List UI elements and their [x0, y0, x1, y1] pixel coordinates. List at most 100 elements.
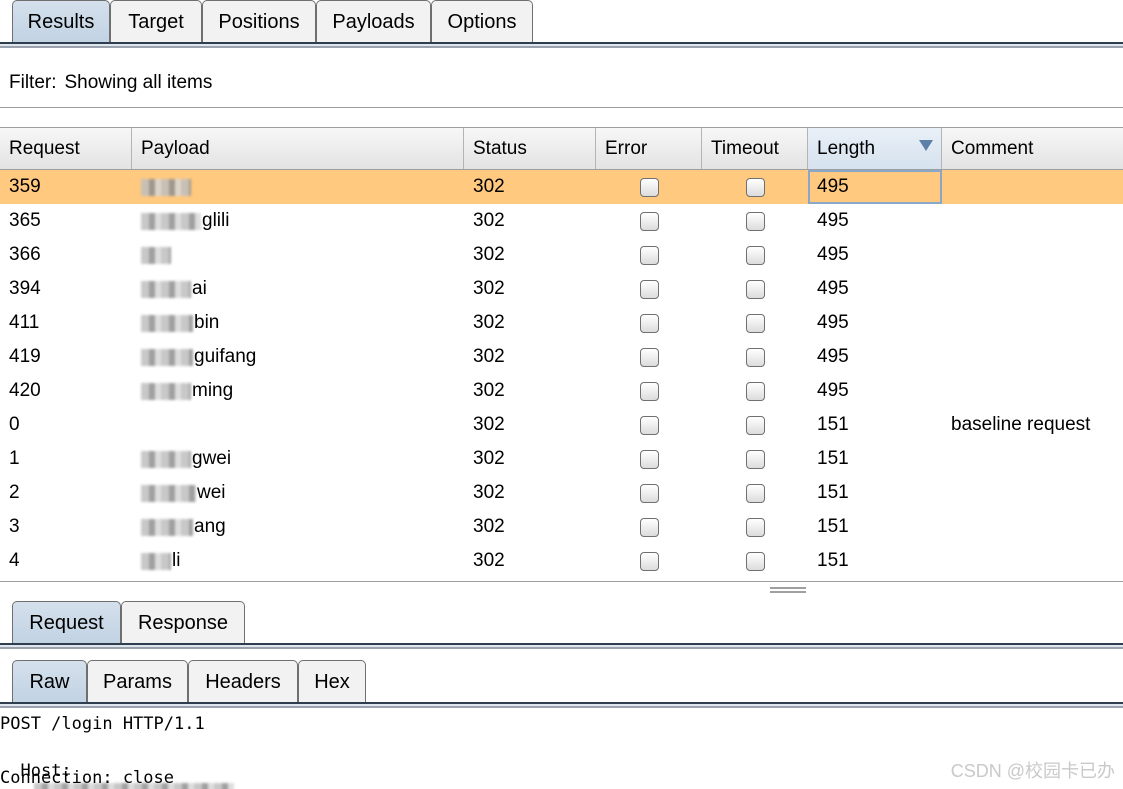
column-header-comment[interactable]: Comment [942, 128, 1123, 169]
tab-hex[interactable]: Hex [298, 660, 366, 704]
error-checkbox[interactable] [639, 279, 659, 299]
filter-bar[interactable]: Filter: Showing all items [0, 58, 1123, 108]
tab-request[interactable]: Request [12, 601, 121, 645]
tab-positions[interactable]: Positions [202, 0, 316, 44]
error-checkbox[interactable] [639, 245, 659, 265]
column-header-error[interactable]: Error [596, 128, 702, 169]
timeout-checkbox[interactable] [745, 245, 765, 265]
cell-payload: ai [132, 272, 464, 306]
cell-error [596, 306, 702, 340]
table-row[interactable]: 4 li 302 151 [0, 544, 1123, 578]
cell-error [596, 476, 702, 510]
cell-timeout [702, 204, 808, 238]
table-row[interactable]: 420 ming 302 495 [0, 374, 1123, 408]
cell-status: 302 [473, 210, 505, 231]
cell-length: 151 [817, 482, 849, 503]
timeout-checkbox[interactable] [745, 211, 765, 231]
error-checkbox[interactable] [639, 177, 659, 197]
error-checkbox[interactable] [639, 551, 659, 571]
table-row[interactable]: 0 302 151 baseline request [0, 408, 1123, 442]
timeout-checkbox[interactable] [745, 347, 765, 367]
error-checkbox[interactable] [639, 347, 659, 367]
table-row[interactable]: 1 gwei 302 151 [0, 442, 1123, 476]
tab-target[interactable]: Target [110, 0, 202, 44]
filter-label: Filter: [9, 71, 57, 93]
tab-payloads[interactable]: Payloads [316, 0, 431, 44]
cell-payload: guifang [132, 340, 464, 374]
cell-timeout [702, 476, 808, 510]
cell-length: 151 [817, 550, 849, 571]
table-row[interactable]: 365 glili 302 495 [0, 204, 1123, 238]
cell-status: 302 [473, 414, 505, 435]
message-tab-strip: Request Response [0, 601, 1123, 645]
timeout-checkbox[interactable] [745, 449, 765, 469]
column-header-request[interactable]: Request [0, 128, 132, 169]
cell-length: 151 [817, 414, 849, 435]
redacted-payload [141, 212, 201, 230]
table-row[interactable]: 394 ai 302 495 [0, 272, 1123, 306]
tab-raw[interactable]: Raw [12, 660, 87, 704]
cell-length: 495 [817, 278, 849, 299]
payload-text: gwei [192, 448, 232, 469]
error-checkbox[interactable] [639, 313, 659, 333]
timeout-checkbox[interactable] [745, 483, 765, 503]
tab-response[interactable]: Response [121, 601, 245, 645]
redacted-payload [141, 552, 171, 570]
cell-error [596, 204, 702, 238]
cell-timeout [702, 340, 808, 374]
table-row[interactable]: 3 ang 302 151 [0, 510, 1123, 544]
cell-payload: wei [132, 476, 464, 510]
results-table: Request Payload Status Error Timeout Len… [0, 127, 1123, 580]
cell-timeout [702, 442, 808, 476]
payload-text: glili [202, 210, 230, 231]
error-checkbox[interactable] [639, 483, 659, 503]
table-row[interactable]: 2 wei 302 151 [0, 476, 1123, 510]
cell-status: 302 [473, 176, 505, 197]
column-header-payload[interactable]: Payload [132, 128, 464, 169]
raw-connection-line[interactable]: Connection: close [0, 768, 174, 788]
watermark: CSDN @校园卡已办 [950, 761, 1115, 781]
cell-error [596, 510, 702, 544]
column-header-timeout[interactable]: Timeout [702, 128, 808, 169]
cell-request: 4 [9, 550, 20, 571]
cell-status: 302 [473, 346, 505, 367]
timeout-checkbox[interactable] [745, 381, 765, 401]
cell-payload [132, 238, 464, 272]
error-checkbox[interactable] [639, 211, 659, 231]
table-row[interactable]: 366 302 495 [0, 238, 1123, 272]
tab-results[interactable]: Results [12, 0, 110, 44]
error-checkbox[interactable] [639, 381, 659, 401]
cell-timeout [702, 272, 808, 306]
cell-comment [942, 238, 1123, 272]
table-row[interactable]: 411 bin 302 495 [0, 306, 1123, 340]
timeout-checkbox[interactable] [745, 415, 765, 435]
table-row[interactable]: 359 302 495 [0, 170, 1123, 204]
column-header-status[interactable]: Status [464, 128, 596, 169]
timeout-checkbox[interactable] [745, 177, 765, 197]
error-checkbox[interactable] [639, 415, 659, 435]
timeout-checkbox[interactable] [745, 279, 765, 299]
cell-length: 495 [817, 210, 849, 231]
cell-status: 302 [473, 244, 505, 265]
table-row[interactable]: 419 guifang 302 495 [0, 340, 1123, 374]
cell-timeout [702, 408, 808, 442]
tab-options[interactable]: Options [431, 0, 533, 44]
payload-text: wei [197, 482, 226, 503]
error-checkbox[interactable] [639, 449, 659, 469]
tab-headers[interactable]: Headers [188, 660, 298, 704]
cell-length: 495 [817, 244, 849, 265]
timeout-checkbox[interactable] [745, 551, 765, 571]
timeout-checkbox[interactable] [745, 313, 765, 333]
cell-timeout [702, 544, 808, 578]
cell-payload: glili [132, 204, 464, 238]
splitter-grip-icon[interactable] [770, 587, 806, 593]
timeout-checkbox[interactable] [745, 517, 765, 537]
cell-payload [132, 408, 464, 442]
cell-request: 411 [9, 312, 40, 333]
error-checkbox[interactable] [639, 517, 659, 537]
cell-payload: gwei [132, 442, 464, 476]
pane-splitter[interactable] [0, 581, 1123, 593]
raw-request-line[interactable]: POST /login HTTP/1.1 [0, 714, 205, 734]
tab-params[interactable]: Params [87, 660, 188, 704]
column-header-length[interactable]: Length [808, 128, 942, 169]
